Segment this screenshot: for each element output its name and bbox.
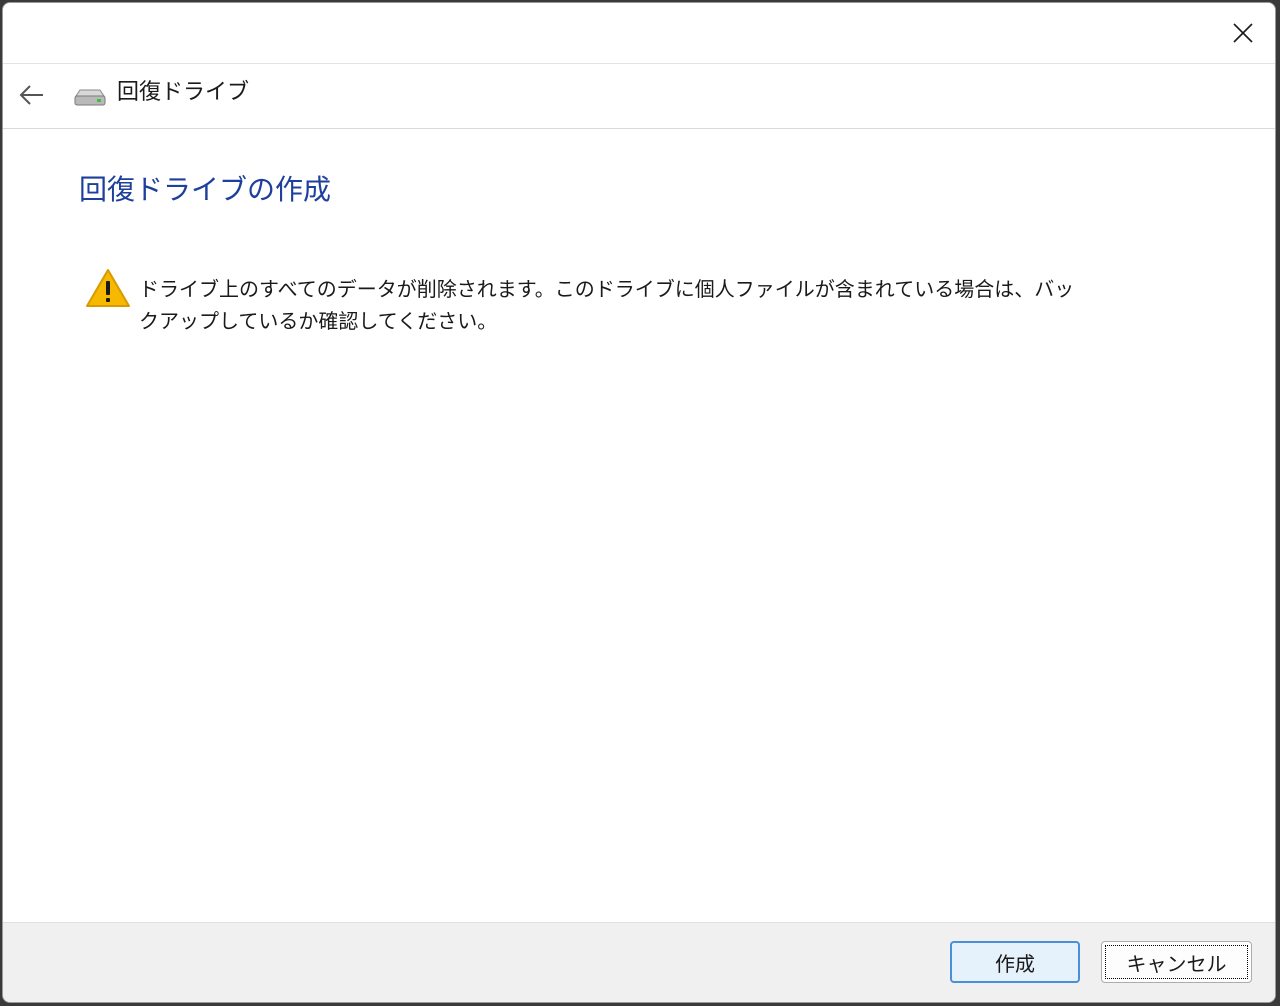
create-button[interactable]: 作成 [950,941,1080,983]
close-button[interactable] [1211,3,1275,63]
close-icon [1233,23,1253,43]
page-title: 回復ドライブの作成 [79,173,332,206]
navigation-bar: 回復ドライブ [3,63,1275,129]
warning-message: ドライブ上のすべてのデータが削除されます。このドライブに個人ファイルが含まれてい… [139,277,1075,333]
recovery-drive-window: 回復ドライブ 回復ドライブの作成 ドライブ上のすべてのデータが削除されます。この… [2,2,1276,1003]
nav-title: 回復ドライブ [117,80,250,105]
back-button[interactable] [11,74,53,116]
title-bar [3,3,1275,63]
cancel-button[interactable]: キャンセル [1101,941,1252,983]
create-button-label: 作成 [995,951,1035,976]
main-content: 回復ドライブの作成 ドライブ上のすべてのデータが削除されます。このドライブに個人… [3,129,1275,922]
back-arrow-icon [19,85,43,105]
cancel-button-label: キャンセル [1126,951,1227,976]
warning-icon [86,269,130,307]
dialog-footer: 作成 キャンセル [3,922,1275,1002]
drive-icon [74,89,106,106]
